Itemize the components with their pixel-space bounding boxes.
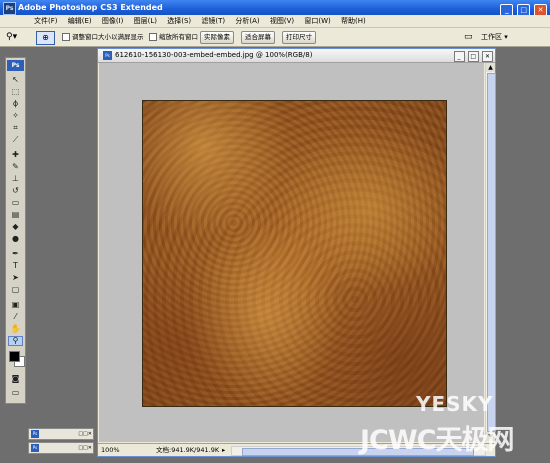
marquee-tool-icon[interactable]: ⬚ (8, 87, 23, 97)
scroll-up-icon[interactable]: ▲ (486, 63, 495, 72)
doc-minimize-button[interactable]: _ (453, 51, 465, 62)
minimized-document[interactable]: Ps □□✕ (28, 442, 94, 454)
zoom-level[interactable]: 100% (101, 444, 120, 456)
slice-tool-icon[interactable]: ⟋ (8, 135, 23, 145)
watermark: YESKY JCWC天极网 (360, 392, 550, 463)
eyedropper-tool-icon[interactable]: ⁄ (8, 312, 23, 322)
document-title: 612610-156130-003-embed-embed.jpg @ 100%… (115, 51, 313, 59)
eraser-tool-icon[interactable]: ▭ (8, 198, 23, 208)
resize-windows-label: 调整窗口大小以满屏显示 (72, 33, 144, 41)
menu-help[interactable]: 帮助(H) (337, 15, 370, 27)
photoshop-doc-icon: Ps (103, 51, 112, 60)
blur-tool-icon[interactable]: ◆ (8, 222, 23, 232)
zoom-all-windows-label: 缩放所有窗口 (159, 33, 198, 41)
photoshop-doc-icon: Ps (31, 430, 39, 438)
vertical-scrollbar[interactable]: ▲ ▼ (485, 63, 496, 442)
document-window-controls: _ □ ✕ (453, 50, 493, 63)
zoom-in-icon[interactable]: ⊕ (36, 31, 55, 45)
app-title: Adobe Photoshop CS3 Extended (18, 3, 163, 12)
toolbox: Ps ↖ ⬚ ϕ ✧ ⌗ ⟋ ✚ ✎ ⊥ ↺ ▭ ▤ ◆ ● ✒ T ➤ ▢ ▣… (5, 57, 26, 404)
photoshop-badge-icon: Ps (7, 60, 24, 71)
menu-select[interactable]: 选择(S) (163, 15, 195, 27)
healing-brush-tool-icon[interactable]: ✚ (8, 150, 23, 160)
minimized-document[interactable]: Ps □□✕ (28, 428, 94, 440)
menu-image[interactable]: 图像(I) (98, 15, 128, 27)
clone-stamp-tool-icon[interactable]: ⊥ (8, 174, 23, 184)
path-selection-tool-icon[interactable]: ➤ (8, 273, 23, 283)
foreground-color-swatch[interactable] (9, 351, 20, 362)
menu-bar: 文件(F) 编辑(E) 图像(I) 图层(L) 选择(S) 滤镜(T) 分析(A… (0, 15, 550, 28)
menu-analysis[interactable]: 分析(A) (231, 15, 263, 27)
vertical-scroll-thumb[interactable] (487, 73, 496, 432)
mini-doc-controls[interactable]: □□✕ (78, 444, 92, 452)
workspace-menu[interactable]: 工作区 ▾ (481, 31, 508, 43)
leather-texture-image[interactable] (142, 100, 447, 407)
notes-tool-icon[interactable]: ▣ (8, 300, 23, 310)
palette-well-icon[interactable]: ▭ (464, 31, 473, 43)
menu-layer[interactable]: 图层(L) (130, 15, 161, 27)
magic-wand-tool-icon[interactable]: ✧ (8, 111, 23, 121)
gradient-tool-icon[interactable]: ▤ (8, 210, 23, 220)
photoshop-logo-icon: Ps (3, 2, 16, 15)
zoom-icon[interactable]: ⚲▾ (6, 31, 17, 43)
menu-view[interactable]: 视图(V) (266, 15, 298, 27)
dodge-tool-icon[interactable]: ● (8, 234, 23, 244)
move-tool-icon[interactable]: ↖ (8, 75, 23, 85)
document-title-bar[interactable]: Ps 612610-156130-003-embed-embed.jpg @ 10… (98, 49, 495, 63)
app-title-bar: Ps Adobe Photoshop CS3 Extended _ □ ✕ (0, 0, 550, 17)
menu-edit[interactable]: 编辑(E) (64, 15, 96, 27)
canvas-area[interactable] (99, 63, 484, 442)
actual-pixels-button[interactable]: 实际像素 (200, 31, 234, 44)
options-bar: ⚲▾ ⊕ 调整窗口大小以满屏显示 缩放所有窗口 实际像素 适合屏幕 打印尺寸 ▭… (0, 28, 550, 47)
resize-windows-checkbox[interactable]: 调整窗口大小以满屏显示 (62, 32, 144, 42)
print-size-button[interactable]: 打印尺寸 (282, 31, 316, 44)
history-brush-tool-icon[interactable]: ↺ (8, 186, 23, 196)
checkbox-box[interactable] (62, 33, 70, 41)
screen-mode-icon[interactable]: ▭ (8, 388, 23, 398)
zoom-tool-icon[interactable]: ⚲ (8, 336, 23, 346)
doc-maximize-button[interactable]: □ (467, 51, 479, 62)
menu-file[interactable]: 文件(F) (30, 15, 62, 27)
photoshop-doc-icon: Ps (31, 444, 39, 452)
fit-screen-button[interactable]: 适合屏幕 (241, 31, 275, 44)
watermark-jcwc: JCWC天极网 (360, 425, 514, 456)
brush-tool-icon[interactable]: ✎ (8, 162, 23, 172)
type-tool-icon[interactable]: T (8, 261, 23, 271)
doc-close-button[interactable]: ✕ (482, 51, 493, 62)
watermark-yesky: YESKY (416, 392, 494, 416)
checkbox-box[interactable] (149, 33, 157, 41)
menu-filter[interactable]: 滤镜(T) (197, 15, 229, 27)
menu-window[interactable]: 窗口(W) (300, 15, 334, 27)
document-size-info: 文档:941.9K/941.9K (156, 446, 220, 454)
zoom-all-windows-checkbox[interactable]: 缩放所有窗口 (149, 32, 198, 42)
pen-tool-icon[interactable]: ✒ (8, 249, 23, 259)
mini-doc-controls[interactable]: □□✕ (78, 430, 92, 438)
hand-tool-icon[interactable]: ✋ (8, 324, 23, 334)
quick-mask-icon[interactable]: ◙ (8, 374, 23, 384)
status-menu-arrow-icon[interactable]: ▸ (222, 444, 225, 456)
shape-tool-icon[interactable]: ▢ (8, 285, 23, 295)
crop-tool-icon[interactable]: ⌗ (8, 123, 23, 133)
lasso-tool-icon[interactable]: ϕ (8, 99, 23, 109)
